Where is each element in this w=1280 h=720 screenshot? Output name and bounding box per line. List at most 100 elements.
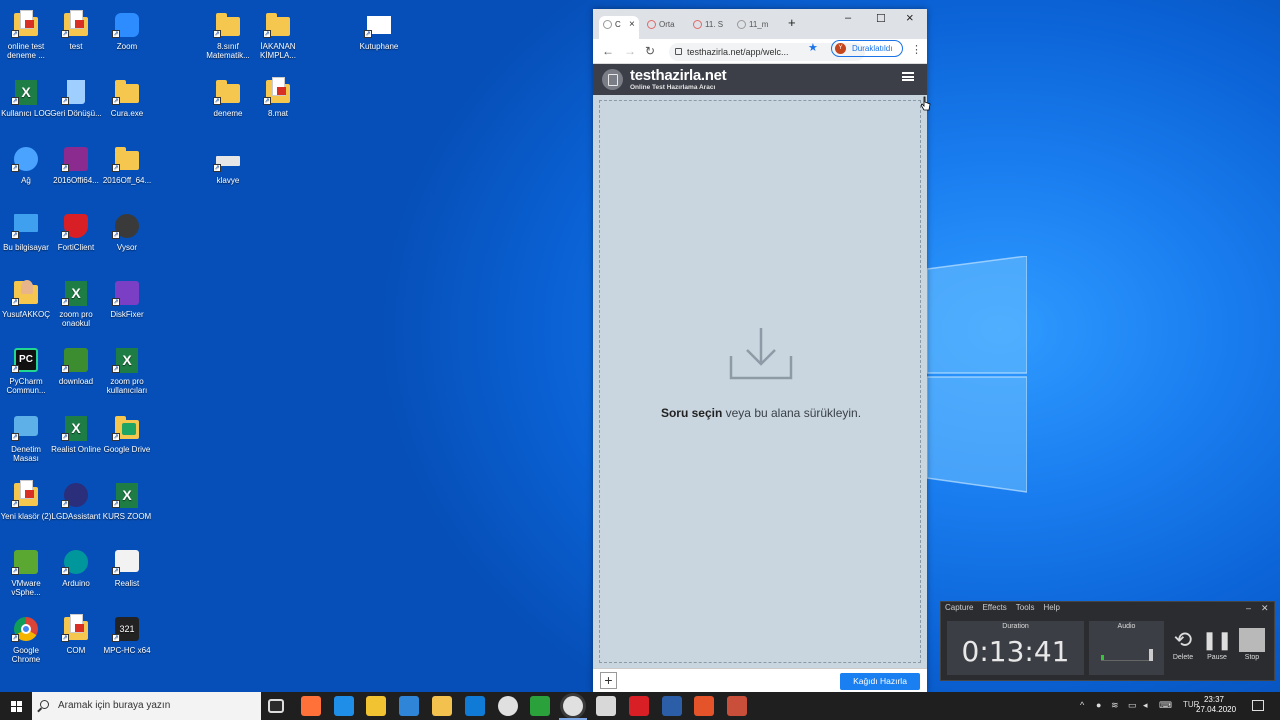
desktop-icon[interactable]: ↗ 2016Offi64... [50,144,102,185]
select-question-link[interactable]: Soru seçin [661,406,722,420]
desktop-icon[interactable]: X ↗ KURS ZOOM [101,480,153,521]
desktop-icon[interactable]: X ↗ zoom pro kullanıcıları [101,345,153,395]
desktop-icon[interactable]: ↗ Kutuphane [353,10,405,51]
desktop-icon[interactable]: ↗ FortiClient [50,211,102,252]
tab-testhazirla[interactable]: C × [599,16,639,39]
desktop-icon[interactable]: ↗ Vysor [101,211,153,252]
taskbar: Aramak için buraya yazın ^ ● ≋ ▭ ◂ ⌨ TUR… [0,692,1280,720]
desktop-icon[interactable]: ↗ YusufAKKOÇ [0,278,52,319]
camtasia-recorder-taskbar-icon[interactable] [694,696,715,716]
firefox-taskbar-icon[interactable] [300,696,321,716]
menu-effects[interactable]: Effects [982,603,1006,612]
mail-taskbar-icon[interactable] [399,696,420,716]
file-manager-taskbar-icon[interactable] [596,696,616,716]
menu-tools[interactable]: Tools [1016,603,1035,612]
back-button[interactable]: ← [602,44,614,58]
microphone-icon[interactable]: ● [1096,700,1101,710]
recorder-window[interactable]: Capture Effects Tools Help – ✕ Duration 0:1… [940,601,1275,681]
keyboard-icon: ↗ [213,144,243,174]
desktop-icon[interactable]: ↗ Google Chrome [0,614,52,664]
paint-taskbar-icon[interactable] [464,696,485,716]
camtasia-taskbar-icon[interactable] [530,696,551,716]
delete-button[interactable]: ⟲ Delete [1168,626,1198,661]
audio-level-slider[interactable] [1101,649,1153,661]
menu-help[interactable]: Help [1043,603,1059,612]
desktop-icon[interactable]: ↗ klavye [202,144,254,185]
desktop-icon[interactable]: ↗ Denetim Masası [0,413,52,463]
hamburger-menu-icon[interactable] [902,72,914,81]
bookmark-star-icon[interactable]: ★ [808,41,818,54]
desktop-icon[interactable]: ↗ Yeni klasör (2) [0,480,52,521]
desktop-icon[interactable]: ↗ Realist [101,547,153,588]
desktop-icon[interactable]: ↗ DiskFixer [101,278,153,319]
notification-center-icon[interactable] [1252,700,1264,711]
desktop-icon[interactable]: ↗ Bu bilgisayar [0,211,52,252]
tray-overflow-icon[interactable]: ^ [1080,700,1084,710]
add-question-button[interactable]: + [600,672,617,689]
file-explorer-taskbar-icon[interactable] [432,696,452,716]
desktop-icon[interactable]: ↗ LGDAssistant [50,480,102,521]
taskbar-search-box[interactable]: Aramak için buraya yazın [32,692,261,720]
maximize-button[interactable]: ☐ [876,12,886,25]
desktop-icon[interactable]: ↗ 8.sınıf Matematik... [202,10,254,60]
new-tab-button[interactable]: + [788,15,796,30]
desktop-icon[interactable]: PC ↗ PyCharm Commun... [0,345,52,395]
clock[interactable]: 23:37 27.04.2020 [1196,695,1236,715]
desktop-icon[interactable]: ↗ Arduino [50,547,102,588]
desktop-icon[interactable]: ↗ Google Drive [101,413,153,454]
forward-button[interactable]: → [624,44,636,58]
desktop-icon[interactable]: ↗ Cura.exe [101,77,153,118]
site-icon [693,20,702,29]
snip-tool-taskbar-icon[interactable] [727,696,748,716]
user-folder-icon: ↗ [11,278,41,308]
desktop-icon[interactable]: 321 ↗ MPC-HC x64 [101,614,153,655]
desktop-icon[interactable]: ↗ Ağ [0,144,52,185]
recorder-close-button[interactable]: ✕ [1261,603,1269,614]
tab-11m[interactable]: 11_m [733,16,775,39]
minimize-button[interactable]: – [845,12,851,24]
desktop-icon[interactable]: X ↗ Kullanıcı LOG [0,77,52,118]
outlook-taskbar-icon[interactable] [661,696,682,716]
chrome-menu-icon[interactable]: ⋮ [911,43,922,56]
chrome-taskbar-icon[interactable] [497,696,518,716]
chrome-active-taskbar-icon[interactable] [559,696,588,720]
drop-instruction: Soru seçin veya bu alana sürükleyin. [600,406,922,420]
close-tab-button[interactable]: × [629,16,635,34]
profile-button[interactable]: Y Duraklatıldı [831,40,903,57]
prepare-paper-button[interactable]: Kağıdı Hazırla [840,673,920,690]
volume-icon[interactable]: ◂ [1143,700,1148,711]
task-view-taskbar-icon[interactable] [268,699,284,713]
pause-button[interactable]: ❚❚ Pause [1202,626,1232,661]
forticlient-taskbar-icon[interactable] [628,696,649,716]
keyboard-icon[interactable]: ⌨ [1159,700,1172,711]
desktop-icon[interactable]: ↗ COM [50,614,102,655]
tab-orta[interactable]: Orta [643,16,685,39]
desktop-icon[interactable]: ↗ test [50,10,102,51]
drop-zone[interactable]: Soru seçin veya bu alana sürükleyin. [599,100,921,663]
desktop-icon[interactable]: ↗ 2016Off_64... [101,144,153,185]
menu-capture[interactable]: Capture [945,603,973,612]
edge-taskbar-icon[interactable] [333,696,354,716]
desktop-icon[interactable]: ↗ VMware vSphe... [0,547,52,597]
start-button[interactable] [0,692,32,720]
chrome-window[interactable]: C × Orta 11. S 11_m + – ☐ × ← → ↻ testha… [593,9,927,692]
desktop-icon[interactable]: ↗ Zoom [101,10,153,51]
desktop-icon[interactable]: X ↗ Realist Online [50,413,102,454]
tab-11s[interactable]: 11. S [689,16,731,39]
reload-button[interactable]: ↻ [645,44,655,58]
site-logo-icon[interactable] [602,69,623,90]
recorder-minimize-button[interactable]: – [1246,603,1251,613]
desktop-icon[interactable]: ↗ download [50,345,102,386]
wifi-icon[interactable]: ≋ [1111,700,1119,711]
store-taskbar-icon[interactable] [366,696,387,716]
desktop-icon[interactable]: X ↗ zoom pro onaokul [50,278,102,328]
network-icon[interactable]: ▭ [1128,700,1137,711]
desktop-icon[interactable]: ↗ İAKANAN KİMPLA... [252,10,304,60]
desktop-icon[interactable]: ↗ 8.mat [252,77,304,118]
desktop-icon[interactable]: ↗ online test deneme ... [0,10,52,60]
desktop-icon[interactable]: ↗ deneme [202,77,254,118]
site-brand[interactable]: testhazirla.net [630,67,727,84]
stop-button[interactable]: Stop [1237,626,1267,661]
desktop-icon[interactable]: ↗ Geri Dönüşü... [50,77,102,118]
close-window-button[interactable]: × [906,10,914,25]
